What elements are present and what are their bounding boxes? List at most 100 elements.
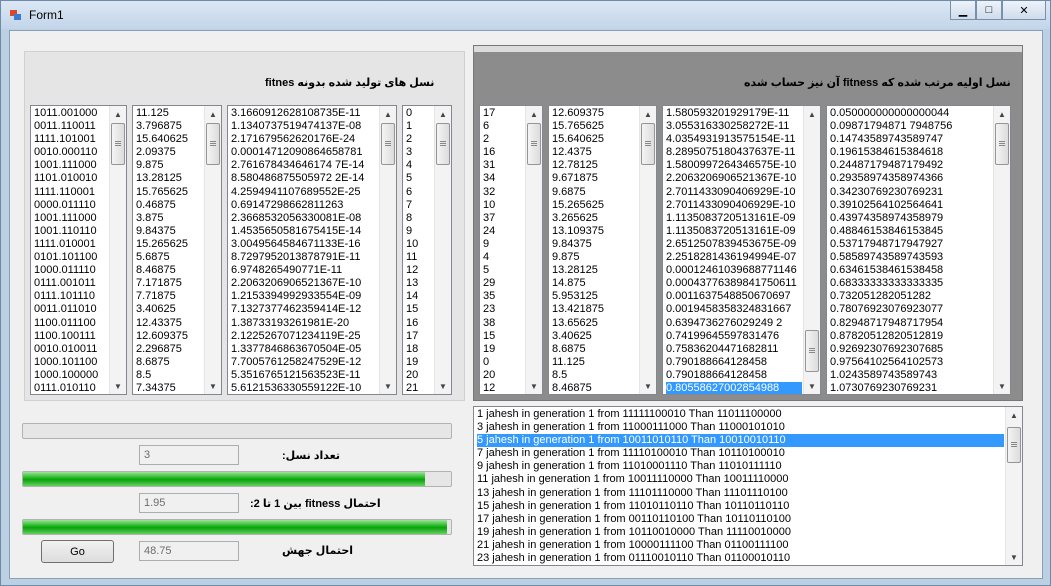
- list-item[interactable]: 1100.011100: [34, 317, 108, 330]
- list-item[interactable]: 0: [406, 107, 433, 120]
- list-item[interactable]: 14.875: [552, 277, 638, 290]
- list-item[interactable]: 0.39102564102564641: [830, 199, 992, 212]
- list-item[interactable]: 7.7005761258247529E-12: [231, 356, 378, 369]
- list-item[interactable]: 0.790188664128458: [666, 356, 802, 369]
- value-listbox[interactable]: 3.1660912628108735E-11 1.1340737519474137…: [227, 105, 397, 395]
- list-item[interactable]: 8.46875: [552, 382, 638, 394]
- list-item[interactable]: 2.7011433090406929E-10: [666, 186, 802, 199]
- list-item[interactable]: 0.0011637548850670697: [666, 290, 802, 303]
- scroll-up-icon[interactable]: ▲: [435, 106, 451, 122]
- list-item[interactable]: 8.6875: [136, 356, 203, 369]
- list-item[interactable]: 4: [406, 159, 433, 172]
- list-item[interactable]: 13.421875: [552, 303, 638, 316]
- list-item[interactable]: 0.29358974358974366: [830, 172, 992, 185]
- list-item[interactable]: 8.580486875505972 2E-14: [231, 172, 378, 185]
- scroll-up-icon[interactable]: ▲: [640, 106, 656, 122]
- list-item[interactable]: 15.765625: [552, 120, 638, 133]
- list-item[interactable]: 0101.101100: [34, 251, 108, 264]
- list-item[interactable]: 0111.001011: [34, 277, 108, 290]
- list-item[interactable]: 15.765625: [136, 186, 203, 199]
- scroll-up-icon[interactable]: ▲: [526, 106, 542, 122]
- list-item[interactable]: 17: [406, 330, 433, 343]
- list-item[interactable]: 0.34230769230769231: [830, 186, 992, 199]
- scroll-thumb[interactable]: [995, 123, 1009, 165]
- list-item[interactable]: 7.171875: [136, 277, 203, 290]
- sorted-decimal-scrollbar[interactable]: ▲ ▼: [639, 106, 656, 394]
- list-item[interactable]: 14: [406, 290, 433, 303]
- list-item[interactable]: 32: [483, 186, 524, 199]
- list-item[interactable]: 3.055316330258272E-11: [666, 120, 802, 133]
- list-item[interactable]: 8.46875: [136, 264, 203, 277]
- list-item[interactable]: 15: [483, 330, 524, 343]
- scroll-down-icon[interactable]: ▼: [994, 378, 1010, 394]
- index-scrollbar[interactable]: ▲ ▼: [434, 106, 451, 394]
- list-item[interactable]: 15.640625: [552, 133, 638, 146]
- scroll-thumb[interactable]: [805, 330, 819, 372]
- list-item[interactable]: 16: [406, 317, 433, 330]
- list-item[interactable]: 9: [483, 238, 524, 251]
- list-item[interactable]: 23: [483, 303, 524, 316]
- list-item[interactable]: 0.58589743589743593: [830, 251, 992, 264]
- list-item[interactable]: 3.0049564584671133E-16: [231, 238, 378, 251]
- list-item[interactable]: 0.24487179487179492: [830, 159, 992, 172]
- list-item[interactable]: 1000.011110: [34, 264, 108, 277]
- list-item[interactable]: 1000.101100: [34, 356, 108, 369]
- list-item[interactable]: 8: [406, 212, 433, 225]
- list-item[interactable]: 0.87820512820512819: [830, 330, 992, 343]
- list-item[interactable]: 8.2895075180437637E-11: [666, 146, 802, 159]
- mutation-log-listbox[interactable]: 1 jahesh in generation 1 from 1111110001…: [473, 406, 1023, 566]
- list-item[interactable]: 13: [406, 277, 433, 290]
- list-item[interactable]: 17 jahesh in generation 1 from 001101101…: [477, 513, 1004, 526]
- scroll-down-icon[interactable]: ▼: [435, 378, 451, 394]
- list-item[interactable]: 8.5: [136, 369, 203, 382]
- list-item[interactable]: 23 jahesh in generation 1 from 011100101…: [477, 552, 1004, 565]
- list-item[interactable]: 0.48846153846153845: [830, 225, 992, 238]
- list-item[interactable]: 5 jahesh in generation 1 from 1001101011…: [477, 434, 1004, 448]
- list-item[interactable]: 2: [483, 133, 524, 146]
- list-item[interactable]: 1000.100000: [34, 369, 108, 382]
- list-item[interactable]: 7 jahesh in generation 1 from 1111010001…: [477, 447, 1004, 460]
- list-item[interactable]: 19 jahesh in generation 1 from 101100100…: [477, 526, 1004, 539]
- list-item[interactable]: 3.265625: [552, 212, 638, 225]
- list-item[interactable]: 24: [483, 225, 524, 238]
- list-item[interactable]: 1.0730769230769231: [830, 382, 992, 394]
- list-item[interactable]: 8.7297952013878791E-11: [231, 251, 378, 264]
- scroll-thumb[interactable]: [527, 123, 541, 165]
- list-item[interactable]: 0.63461538461538458: [830, 264, 992, 277]
- list-item[interactable]: 5.953125: [552, 290, 638, 303]
- list-item[interactable]: 20: [483, 369, 524, 382]
- list-item[interactable]: 1101.010010: [34, 172, 108, 185]
- list-item[interactable]: 2.296875: [136, 343, 203, 356]
- list-item[interactable]: 4.2594941107689552E-25: [231, 186, 378, 199]
- sorted-index-listbox[interactable]: 17 6 2 16 31 34 32 10 37 24 9 4 5 29 35 23 38 15 19 0 20 12 ▲…: [479, 105, 543, 395]
- list-item[interactable]: 21 jahesh in generation 1 from 100001111…: [477, 539, 1004, 552]
- list-item[interactable]: 5: [483, 264, 524, 277]
- list-item[interactable]: 2.3668532056330081E-08: [231, 212, 378, 225]
- list-item[interactable]: 5.3516765121563523E-11: [231, 369, 378, 382]
- mutation-probability-input[interactable]: 48.75: [139, 541, 239, 561]
- list-item[interactable]: 11 jahesh in generation 1 from 100111100…: [477, 473, 1004, 486]
- list-item[interactable]: 1001.111000: [34, 159, 108, 172]
- scroll-thumb[interactable]: [1007, 427, 1021, 463]
- list-item[interactable]: 6: [406, 186, 433, 199]
- list-item[interactable]: 18: [406, 343, 433, 356]
- list-item[interactable]: 0.19615384615384618: [830, 146, 992, 159]
- list-item[interactable]: 10: [406, 238, 433, 251]
- list-item[interactable]: 2.7011433090406929E-10: [666, 199, 802, 212]
- list-item[interactable]: 34: [483, 172, 524, 185]
- cumulative-listbox[interactable]: 0.050000000000000044 0.09871794871 794875…: [826, 105, 1011, 395]
- list-item[interactable]: 0.00014712090864658781: [231, 146, 378, 159]
- scroll-thumb[interactable]: [206, 123, 220, 165]
- list-item[interactable]: 13.28125: [552, 264, 638, 277]
- binary-listbox[interactable]: 1011.001000 0011.110011 1111.101001 0010.00…: [30, 105, 127, 395]
- index-listbox[interactable]: 0 1 2 3 4 5 6 7 8 9 10 11 12 13 14 15 16 17 18 19 20 21 ▲ ▼: [402, 105, 452, 395]
- list-item[interactable]: 2.2518281436194994E-07: [666, 251, 802, 264]
- list-item[interactable]: 0111.101110: [34, 290, 108, 303]
- list-item[interactable]: 10: [483, 199, 524, 212]
- list-item[interactable]: 1111.110001: [34, 186, 108, 199]
- list-item[interactable]: 9: [406, 225, 433, 238]
- list-item[interactable]: 12.609375: [552, 107, 638, 120]
- list-item[interactable]: 9.84375: [552, 238, 638, 251]
- list-item[interactable]: 0.80558627002854988: [666, 381, 802, 394]
- list-item[interactable]: 2.6512507839453675E-09: [666, 238, 802, 251]
